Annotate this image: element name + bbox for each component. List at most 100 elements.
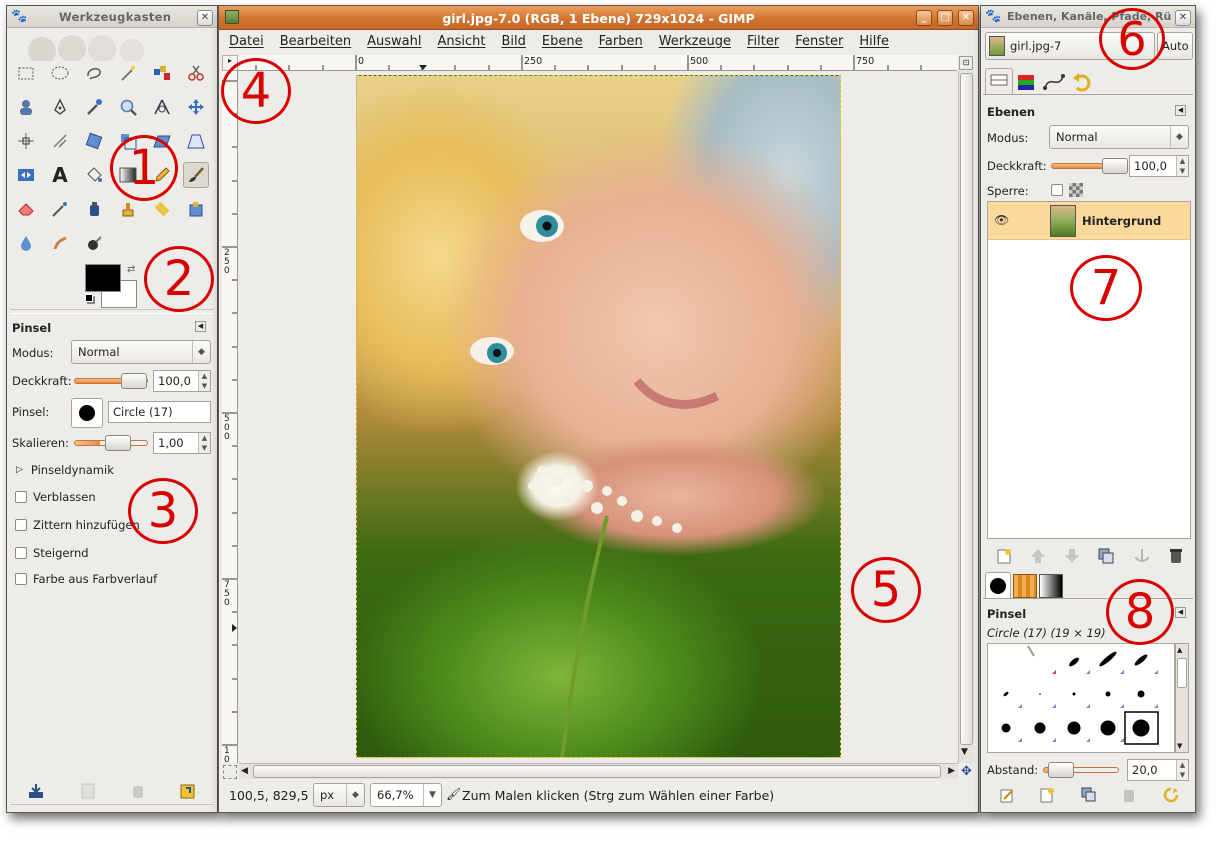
spacing-slider[interactable] — [1043, 762, 1119, 778]
duplicate-layer-icon[interactable] — [1097, 547, 1115, 568]
default-colors-icon[interactable] — [85, 294, 93, 302]
brushes-grid[interactable] — [987, 643, 1175, 753]
rect-select-icon[interactable] — [13, 60, 39, 86]
lock-alpha-icon[interactable] — [1069, 183, 1083, 197]
foreground-color[interactable] — [85, 264, 121, 292]
menu-ansicht[interactable]: Ansicht — [437, 34, 485, 49]
menu-werkzeuge[interactable]: Werkzeuge — [659, 34, 731, 49]
zoom-select[interactable]: 66,7% ▼ — [370, 783, 442, 807]
zoom-icon[interactable] — [115, 94, 141, 120]
delete-options-icon[interactable] — [129, 782, 147, 803]
swap-colors-icon[interactable]: ⇄ — [127, 264, 135, 275]
align-icon[interactable] — [13, 128, 39, 154]
spacing-input[interactable]: 20,0 ▲ ▼ — [1127, 759, 1189, 781]
reset-options-icon[interactable] — [179, 782, 197, 803]
layer-row[interactable]: 👁 Hintergrund — [988, 202, 1190, 240]
scroll-down-icon[interactable]: ▼ — [961, 747, 968, 757]
navigate-icon[interactable]: ✥ — [961, 764, 972, 779]
menu-hilfe[interactable]: Hilfe — [859, 34, 889, 49]
quickmask-icon[interactable] — [223, 765, 237, 779]
restore-options-icon[interactable] — [79, 782, 97, 803]
horizontal-scrollbar[interactable]: ◀ ▶ — [239, 763, 958, 779]
layer-opacity-slider[interactable] — [1051, 158, 1128, 174]
tab-layers[interactable] — [985, 68, 1013, 94]
minimize-icon[interactable]: _ — [916, 10, 932, 26]
unit-select[interactable]: px ◆ — [313, 783, 365, 807]
perspective-clone-icon[interactable] — [183, 196, 209, 222]
eraser-icon[interactable] — [13, 196, 39, 222]
fade-checkbox[interactable] — [15, 491, 27, 503]
dynamics-expander[interactable]: ▷ Pinseldynamik — [16, 463, 114, 477]
gradient-color-checkbox[interactable] — [15, 573, 27, 585]
airbrush-icon[interactable] — [47, 196, 73, 222]
save-options-icon[interactable] — [27, 782, 45, 803]
tab-patterns[interactable] — [1013, 574, 1037, 598]
dock-titlebar[interactable]: 🐾 Ebenen, Kanäle, Pfade, Rü ✕ — [981, 6, 1195, 28]
magic-wand-icon[interactable] — [115, 60, 141, 86]
lower-layer-icon[interactable] — [1063, 547, 1081, 568]
vertical-ruler[interactable]: 2 5 0 5 0 0 7 5 0 1 0 — [222, 71, 238, 763]
brushes-scrollbar[interactable]: ▲ ▼ — [1175, 643, 1189, 753]
tab-channels[interactable] — [1013, 70, 1041, 94]
perspective-icon[interactable] — [183, 128, 209, 154]
menu-auswahl[interactable]: Auswahl — [367, 34, 421, 49]
paths-icon[interactable] — [47, 94, 73, 120]
raise-layer-icon[interactable] — [1029, 547, 1047, 568]
zoom-to-fit-icon[interactable]: ⊡ — [959, 56, 973, 70]
horizontal-ruler[interactable]: 0 250 500 750 — [238, 55, 957, 71]
scissors-icon[interactable] — [183, 60, 209, 86]
text-icon[interactable]: A — [47, 162, 73, 188]
measure-icon[interactable] — [149, 94, 175, 120]
foreground-select-icon[interactable] — [13, 94, 39, 120]
mode-select[interactable]: Normal ◆ — [71, 340, 211, 364]
incremental-checkbox[interactable] — [15, 547, 27, 559]
tab-undo[interactable] — [1069, 70, 1097, 94]
opacity-slider[interactable] — [74, 373, 148, 389]
ellipse-select-icon[interactable] — [47, 60, 73, 86]
bucket-fill-icon[interactable] — [81, 162, 107, 188]
delete-layer-icon[interactable] — [1167, 547, 1185, 568]
heal-icon[interactable] — [149, 196, 175, 222]
menu-datei[interactable]: Datei — [229, 34, 264, 49]
duplicate-brush-icon[interactable] — [1081, 787, 1097, 806]
tab-paths[interactable] — [1041, 70, 1069, 94]
scale-input[interactable]: 1,00 ▲ ▼ — [153, 432, 211, 454]
close-icon[interactable]: ✕ — [197, 10, 213, 26]
brushes-menu-icon[interactable]: ◀ — [1175, 607, 1186, 618]
scroll-thumb[interactable] — [960, 73, 973, 745]
move-icon[interactable] — [183, 94, 209, 120]
image-titlebar[interactable]: girl.jpg-7.0 (RGB, 1 Ebene) 729x1024 - G… — [219, 6, 978, 30]
jitter-checkbox[interactable] — [15, 519, 27, 531]
toolbox-titlebar[interactable]: 🐾 Werkzeugkasten ✕ — [7, 6, 217, 28]
close-icon[interactable]: ✕ — [958, 10, 974, 26]
layers-menu-icon[interactable]: ◀ — [1175, 105, 1186, 116]
blur-icon[interactable] — [13, 230, 39, 256]
delete-brush-icon[interactable] — [1121, 787, 1137, 806]
lasso-icon[interactable] — [81, 60, 107, 86]
lock-pixels-checkbox[interactable] — [1051, 184, 1063, 196]
tab-brushes[interactable] — [985, 572, 1011, 598]
vertical-scrollbar[interactable]: ▼ — [958, 71, 974, 763]
menu-farben[interactable]: Farben — [599, 34, 643, 49]
menu-bild[interactable]: Bild — [502, 34, 526, 49]
flip-icon[interactable] — [13, 162, 39, 188]
scroll-left-icon[interactable]: ◀ — [241, 766, 248, 776]
menu-bearbeiten[interactable]: Bearbeiten — [280, 34, 351, 49]
rotate-icon[interactable] — [81, 128, 107, 154]
hscroll-thumb[interactable] — [253, 765, 941, 778]
color-picker-icon[interactable] — [81, 94, 107, 120]
refresh-brushes-icon[interactable] — [1163, 787, 1179, 806]
crop-icon[interactable] — [47, 128, 73, 154]
image-canvas[interactable] — [356, 75, 841, 758]
scale-slider[interactable] — [74, 435, 148, 451]
canvas-area[interactable] — [239, 71, 958, 763]
tab-gradients[interactable] — [1039, 574, 1063, 598]
close-icon[interactable]: ✕ — [1175, 10, 1191, 26]
ink-icon[interactable] — [81, 196, 107, 222]
menu-ebene[interactable]: Ebene — [542, 34, 583, 49]
new-layer-icon[interactable] — [995, 547, 1013, 568]
tool-options-menu-icon[interactable]: ◀ — [195, 321, 206, 332]
new-brush-icon[interactable] — [1039, 787, 1055, 806]
layers-list[interactable]: 👁 Hintergrund — [987, 201, 1191, 539]
edit-brush-icon[interactable] — [999, 787, 1015, 806]
